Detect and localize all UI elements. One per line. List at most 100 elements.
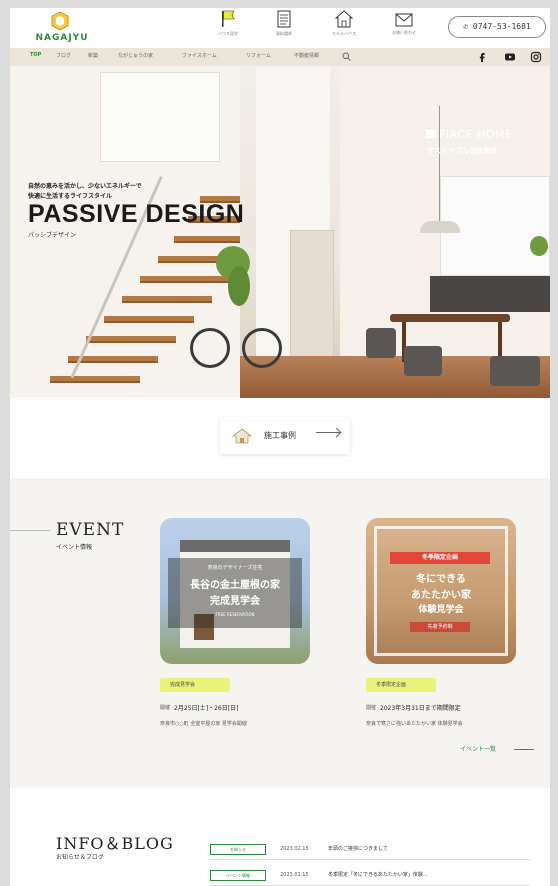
hero-window: [100, 72, 220, 162]
event-card-tag: 冬季限定企画: [366, 678, 436, 692]
info-subheading: お知らせ＆ブログ: [56, 854, 104, 861]
divider: [10, 530, 50, 531]
hero-title: PASSIVE DESIGN: [28, 200, 245, 228]
bicycle-wheel: [242, 328, 282, 368]
youtube-icon[interactable]: [504, 51, 516, 63]
event-card-image-title: あたたかい家: [411, 590, 471, 601]
event-list-link[interactable]: イベント一覧: [460, 744, 496, 753]
event-card-image-title: 長谷の金土屋根の家: [190, 580, 280, 591]
header-nav-catalog[interactable]: 資料請求: [264, 10, 304, 46]
info-section: INFO＆BLOG お知らせ＆ブログ お知らせ 2023.02.15 年頭のご挨…: [10, 788, 550, 886]
header-nav-label: お問い合わせ: [392, 30, 416, 35]
event-heading: EVENT: [56, 520, 125, 540]
house-icon: [335, 10, 353, 28]
nav-item-blog[interactable]: ブログ: [56, 52, 71, 59]
event-card-tag: 完成見学会: [160, 678, 230, 692]
info-date: 2023.02.15: [280, 846, 309, 852]
info-category[interactable]: お知らせ: [210, 844, 266, 855]
hero-title-ruby: パッシブデザイン: [28, 232, 77, 239]
facebook-icon[interactable]: [476, 51, 488, 63]
logo[interactable]: NAGAJYU: [22, 11, 102, 45]
event-card-image-caption: 奈良のデザイナーズ住宅: [207, 565, 263, 571]
info-title[interactable]: 冬季限定「冬にできるあたたかい家」体験…: [328, 871, 428, 878]
info-heading: INFO＆BLOG: [56, 834, 174, 853]
info-row[interactable]: イベント情報 2023.01.15 冬季限定「冬にできるあたたかい家」体験…: [210, 864, 530, 886]
works-button[interactable]: 施工事例: [220, 418, 350, 454]
arrow-line-icon: [514, 749, 534, 750]
event-card-description: 奈良で寒さに強いあたたかい家 体験見学会: [366, 721, 463, 727]
info-title[interactable]: 年頭のご挨拶につきまして: [328, 845, 388, 852]
event-card-image-title: 冬にできる: [416, 574, 466, 585]
nav-item-real-estate[interactable]: 不動産情報: [294, 52, 319, 59]
hero-counter: [430, 276, 550, 312]
hero-catch-copy: 自然の恵みを活かし、少ないエネルギーで 快適に生活するライフスタイル: [28, 183, 142, 200]
flag-icon: [222, 10, 235, 27]
info-date: 2023.01.15: [280, 872, 309, 878]
chair: [404, 346, 442, 376]
header-nav-label: モデルハウス: [332, 31, 356, 36]
nav-item-nagajyu-house[interactable]: ながじゅうの家: [118, 52, 153, 59]
nav-item-reform[interactable]: リフォーム: [246, 52, 271, 59]
event-card-image[interactable]: 奈良のデザイナーズ住宅 長谷の金土屋根の家 完成見学会 FREE RESERVA…: [160, 518, 310, 664]
document-icon: [277, 10, 291, 28]
fiace-logo-icon: [426, 130, 436, 138]
event-card-date: 2023年3月31日まで期間限定: [380, 705, 461, 712]
main-nav: TOP ブログ 新築 ながじゅうの家 ファイスホーム リフォーム 不動産情報: [10, 48, 550, 66]
stair-step: [122, 296, 212, 303]
stair-step: [140, 276, 230, 283]
house-roof: [180, 540, 290, 552]
header-nav-label: 資料請求: [276, 31, 292, 36]
header-nav-contact[interactable]: お問い合わせ: [384, 10, 424, 46]
dining-table: [390, 314, 510, 322]
site-header: NAGAJYU ハウス見学 資料請求 モデルハウス お問い合わせ ✆ 0747-…: [10, 8, 550, 48]
hero-brand-sub: サステナブルな住環境: [427, 147, 497, 155]
stair-step: [174, 236, 240, 243]
event-card-image-title: 完成見学会: [210, 596, 260, 607]
stair-step: [50, 376, 140, 383]
mail-icon: [395, 13, 413, 27]
pendant-lamp: [420, 221, 460, 233]
instagram-icon[interactable]: [530, 51, 542, 63]
chair: [490, 356, 540, 386]
phone-button[interactable]: ✆ 0747-53-1681: [448, 16, 546, 38]
stair-step: [86, 336, 176, 343]
event-card-image-badge: 冬季限定企画: [390, 552, 490, 564]
header-nav-label: ハウス見学: [218, 31, 238, 36]
event-card-date-label: 開催: [160, 705, 171, 711]
page: NAGAJYU ハウス見学 資料請求 モデルハウス お問い合わせ ✆ 0747-…: [10, 8, 550, 886]
phone-icon: ✆: [463, 22, 469, 31]
event-card-image[interactable]: 冬季限定企画 冬にできる あたたかい家 体験見学会 先着予約制: [366, 518, 516, 664]
stair-step: [104, 316, 194, 323]
hero-brand: FIACE HOME: [426, 128, 512, 141]
event-subheading: イベント情報: [56, 544, 93, 551]
event-card-description: 奈良市○○町 全室平屋の家 見学会開催: [160, 721, 247, 727]
chair: [366, 328, 396, 358]
nav-item-top[interactable]: TOP: [30, 52, 41, 58]
hero-brand-text: FIACE HOME: [439, 128, 513, 141]
info-category[interactable]: イベント情報: [210, 870, 266, 881]
info-row[interactable]: お知らせ 2023.02.15 年頭のご挨拶につきまして: [210, 838, 530, 860]
bicycle-wheel: [190, 328, 230, 368]
logo-text: NAGAJYU: [35, 33, 89, 43]
event-card-image-note: FREE RESERVATION: [215, 612, 255, 617]
lamp-cord: [439, 106, 440, 221]
event-card-date: 2月25日[土]・26日[日]: [174, 705, 239, 712]
works-label: 施工事例: [264, 431, 296, 440]
logo-mark-icon: [51, 11, 69, 31]
nav-item-fiace-home[interactable]: ファイスホーム: [182, 52, 217, 59]
arrow-right-icon: [316, 432, 340, 433]
plant: [530, 236, 548, 256]
plant: [228, 266, 250, 306]
event-section: EVENT イベント情報 奈良のデザイナーズ住宅 長谷の金土屋根の家 完成見学会…: [10, 478, 550, 788]
nav-item-new-build[interactable]: 新築: [88, 52, 98, 59]
hero-banner[interactable]: FIACE HOME サステナブルな住環境 自然の恵みを活かし、少ないエネルギー…: [10, 66, 550, 398]
phone-number: 0747-53-1681: [472, 22, 531, 31]
event-card-image-title: 体験見学会: [418, 605, 464, 615]
header-nav-model-house[interactable]: モデルハウス: [324, 10, 364, 46]
header-nav-tour[interactable]: ハウス見学: [208, 10, 248, 46]
event-card-date-label: 開催: [366, 705, 377, 711]
hero-doorway: [290, 230, 334, 360]
search-icon[interactable]: [342, 52, 351, 61]
event-card-image-note: 先着予約制: [410, 622, 470, 632]
house-icon: [232, 428, 252, 444]
